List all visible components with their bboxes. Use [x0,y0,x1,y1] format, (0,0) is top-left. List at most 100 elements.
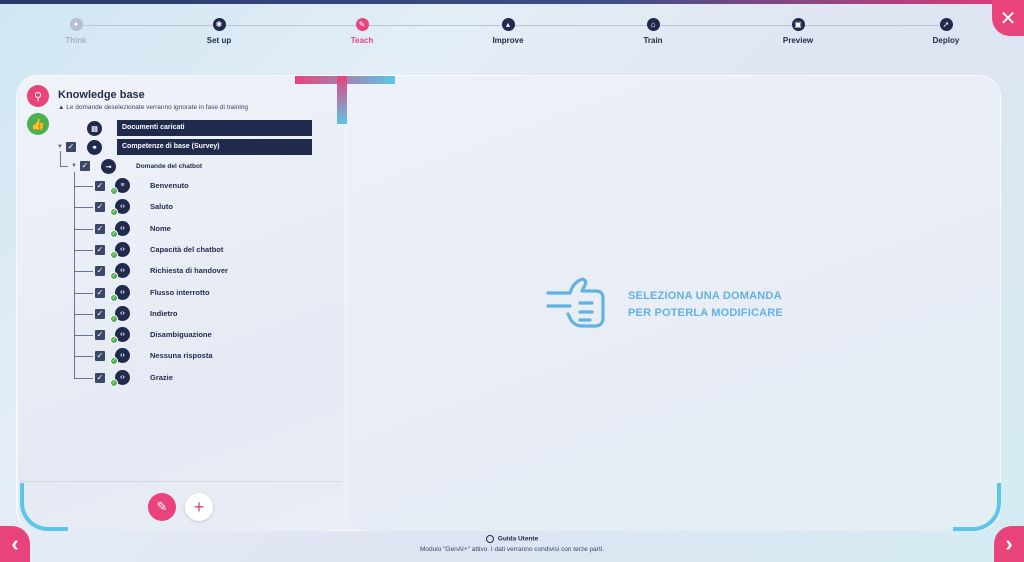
status-ok-icon: ✓ [110,251,118,259]
tree-line [74,293,93,294]
step-teach[interactable]: ✎ Teach [322,18,402,45]
warning-text: Le domande deselezionate verranno ignora… [66,104,249,111]
status-ok-icon: ✓ [110,187,118,195]
question-item[interactable]: Flusso interrotto [150,288,210,297]
tree-line [74,314,93,315]
collapse-caret-icon[interactable]: ▼ [57,144,63,150]
step-preview[interactable]: ▣ Preview [758,18,838,45]
question-checkbox[interactable]: ✓ [95,224,105,234]
chatbot-questions-checkbox[interactable]: ✓ [80,161,90,171]
previous-step-button[interactable]: ‹ [0,526,30,562]
chevron-left-icon: ‹ [11,531,19,556]
close-button[interactable]: ✕ [992,0,1024,36]
warning-icon: ▲ [58,104,67,111]
question-checkbox[interactable]: ✓ [95,266,105,276]
tree-line [74,172,75,378]
empty-state-line-1: SELEZIONA UNA DOMANDA [628,290,782,302]
next-step-button[interactable]: › [994,526,1024,562]
status-ok-icon: ✓ [110,272,118,280]
genai-notice: Modulo "GenAI+" attivo. I dati verranno … [420,546,604,553]
question-checkbox[interactable]: ✓ [95,288,105,298]
step-label: Train [643,36,663,45]
question-item[interactable]: Indietro [150,309,178,318]
pencil-icon: ✎ [355,18,369,31]
step-set-up[interactable]: ✱ Set up [179,18,259,45]
question-checkbox[interactable]: ✓ [95,202,105,212]
thumbs-up-icon: 👍 [31,118,45,131]
status-ok-icon: ✓ [110,230,118,238]
thumbs-up-button[interactable]: 👍 [27,113,49,135]
decorative-t-shape [295,76,395,124]
close-icon: ✕ [999,7,1017,30]
pointing-hand-icon [546,277,605,328]
survey-button[interactable]: Competenze di base (Survey) [117,139,312,155]
tree-line [74,250,93,251]
question-item[interactable]: Benvenuto [150,181,189,190]
training-warning: ▲ Le domande deselezionate verranno igno… [58,104,248,111]
question-item[interactable]: Capacità del chatbot [150,245,223,254]
chevron-right-icon: › [1005,531,1013,556]
user-guide-label: Guida Utente [497,535,539,543]
tree-line [60,166,68,167]
home-icon: ⌂ [646,18,660,31]
status-ok-icon: ✓ [110,336,118,344]
document-icon: ▤ [87,121,102,136]
pencil-icon: ✎ [156,499,168,514]
survey-checkbox[interactable]: ✓ [66,142,76,152]
question-item[interactable]: Disambiguazione [150,330,212,339]
step-label: Think [65,36,87,45]
question-checkbox[interactable]: ✓ [95,181,105,191]
question-item[interactable]: Grazie [150,373,173,382]
status-ok-icon: ✓ [110,315,118,323]
step-improve[interactable]: ▴ Improve [468,18,548,45]
question-checkbox[interactable]: ✓ [95,245,105,255]
share-nodes-icon: ⚭ [87,140,102,155]
preview-icon: ▣ [791,18,805,31]
status-ok-icon: ✓ [110,379,118,387]
question-item[interactable]: Saluto [150,202,173,211]
plus-icon: + [193,496,205,517]
user-guide-link[interactable]: Guida Utente [0,535,1024,543]
tree-line [74,335,93,336]
documents-button[interactable]: Documenti caricati [117,120,312,136]
search-icon: ⚲ [33,90,43,103]
tree-line [74,271,93,272]
flow-icon: ⊸ [101,159,116,174]
question-checkbox[interactable]: ✓ [95,373,105,383]
question-item[interactable]: Richiesta di handover [150,266,228,275]
tree-line [74,229,93,230]
step-deploy[interactable]: ➚ Deploy [906,18,986,45]
question-checkbox[interactable]: ✓ [95,309,105,319]
panel-title: Knowledge base [58,89,145,101]
question-checkbox[interactable]: ✓ [95,351,105,361]
step-think[interactable]: ✦ Think [36,18,116,45]
tree-line [74,356,93,357]
tree-line [74,207,93,208]
gear-icon: ✱ [212,18,226,31]
chatbot-questions-label: Domande del chatbot [136,163,203,170]
panel-divider [20,481,342,482]
add-question-button[interactable]: + [185,493,213,521]
collapse-caret-icon[interactable]: ▼ [71,163,77,169]
question-item[interactable]: Nessuna risposta [150,351,213,360]
step-train[interactable]: ⌂ Train [613,18,693,45]
empty-state-line-2: PER POTERLA MODIFICARE [628,307,783,319]
chart-icon: ▴ [501,18,515,31]
step-label: Preview [782,36,814,45]
wizard-stepper: ✦ Think ✱ Set up ✎ Teach ▴ Improve ⌂ Tra… [0,4,1024,64]
tree-line [60,151,61,166]
step-label: Improve [492,36,524,45]
question-item[interactable]: Nome [150,224,171,233]
step-label: Teach [350,36,374,45]
status-ok-icon: ✓ [110,294,118,302]
tree-line [74,186,93,187]
lightbulb-icon: ✦ [69,18,83,31]
step-label: Deploy [932,36,960,45]
rocket-icon: ➚ [939,18,953,31]
search-button[interactable]: ⚲ [27,85,49,107]
status-ok-icon: ✓ [110,357,118,365]
edit-button[interactable]: ✎ [148,493,176,521]
help-icon [485,535,494,543]
question-checkbox[interactable]: ✓ [95,330,105,340]
status-ok-icon: ✓ [110,208,118,216]
